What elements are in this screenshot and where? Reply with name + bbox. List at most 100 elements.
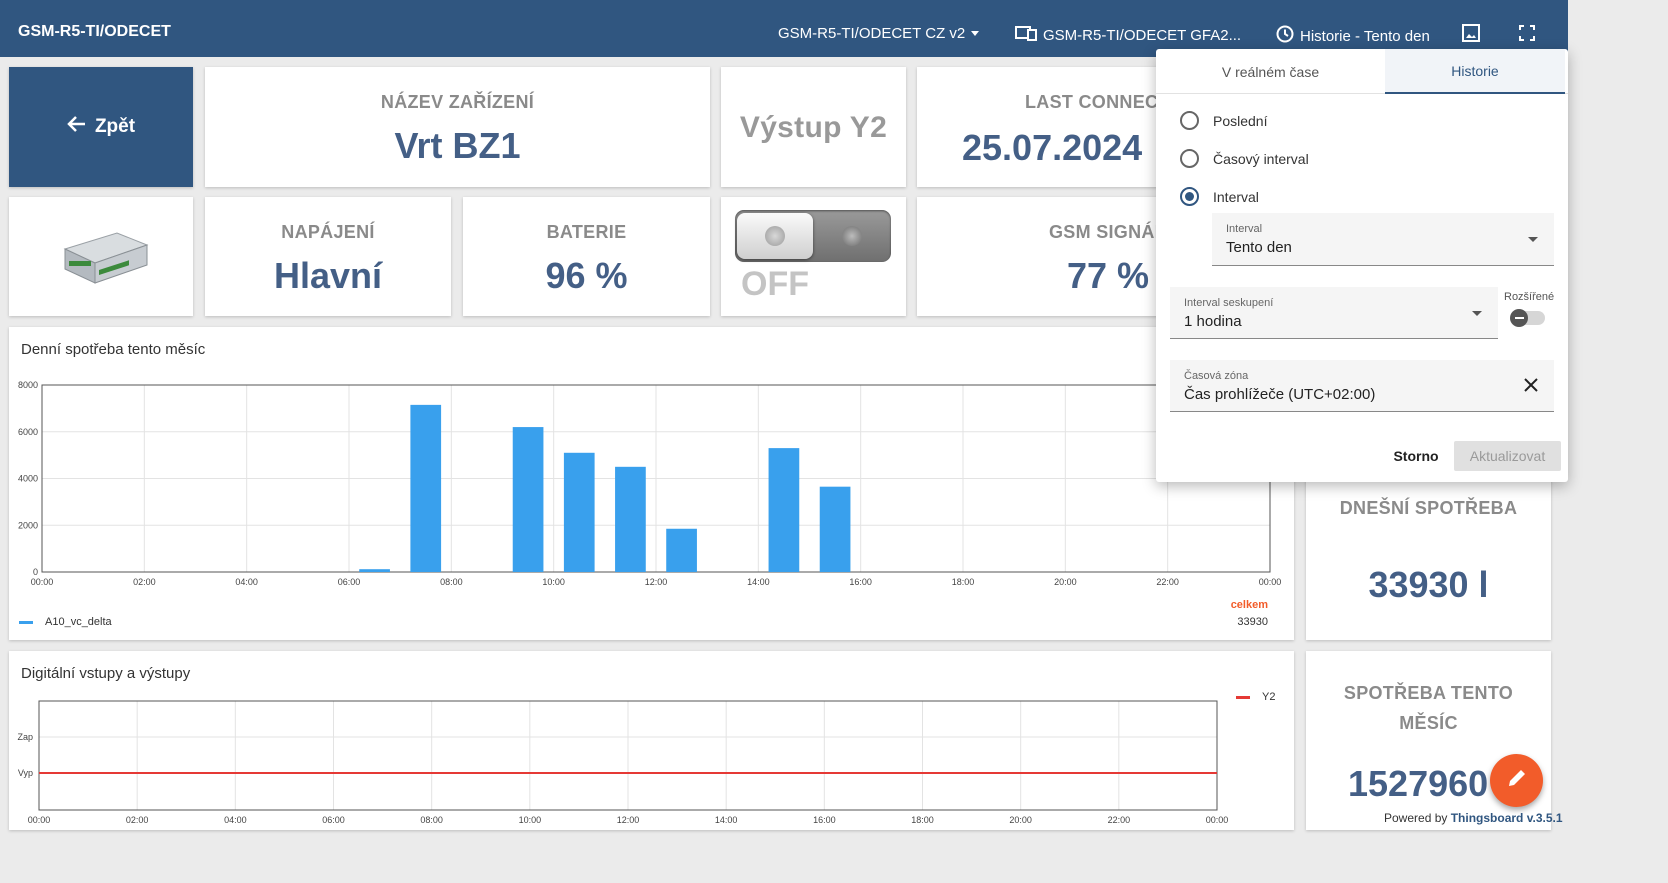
device-select-label: GSM-R5-TI/ODECET GFA2... <box>1043 26 1242 44</box>
arrow-left-icon <box>67 115 87 139</box>
switch-state-label: OFF <box>741 265 809 303</box>
x-tick-label: 06:00 <box>338 577 361 587</box>
off-indicator-icon <box>842 226 862 246</box>
cancel-button[interactable]: Storno <box>1386 441 1446 471</box>
battery-card: BATERIE 96 % <box>463 197 710 316</box>
x-tick-label: 18:00 <box>952 577 975 587</box>
legend-total-value: 33930 <box>1237 616 1268 628</box>
bar <box>563 452 595 572</box>
grouping-interval-select[interactable]: Interval seskupení 1 hodina <box>1170 287 1498 339</box>
x-tick-label: 12:00 <box>645 577 668 587</box>
chart2-legend-item[interactable]: Y2 <box>1236 691 1275 703</box>
device-image-card <box>9 197 193 316</box>
x-tick-label: 00:00 <box>1206 815 1229 825</box>
tab-realtime[interactable]: V reálném čase <box>1156 49 1385 94</box>
legend-swatch-icon <box>1236 695 1250 699</box>
device-name-value: Vrt BZ1 <box>394 125 521 166</box>
month-consumption-label-2: MĚSÍC <box>1399 713 1458 733</box>
gsm-signal-card: GSM SIGNÁL 77 % <box>917 197 1167 316</box>
image-export-icon[interactable] <box>1460 22 1482 44</box>
edit-button[interactable] <box>1490 754 1543 807</box>
bar <box>359 569 390 572</box>
back-button-label: Zpět <box>94 116 136 137</box>
timewindow-popup: V reálném čase Historie Poslední Časový … <box>1156 49 1568 482</box>
y-tick-label: 8000 <box>18 380 38 390</box>
bar <box>512 427 544 572</box>
output-card: Výstup Y2 <box>721 67 906 187</box>
legend-total-label: celkem <box>1230 599 1268 611</box>
x-tick-label: 12:00 <box>617 815 640 825</box>
chevron-down-icon <box>971 31 980 36</box>
fullscreen-icon[interactable] <box>1516 22 1538 44</box>
daily-consumption-chart: 00:00 02:00 04:00 06:00 08:00 10:00 12:00 14:00… <box>18 380 1282 587</box>
thingsboard-link[interactable]: Thingsboard v.3.5.1 <box>1451 811 1563 825</box>
bar <box>666 528 697 572</box>
chart1-legend-item[interactable]: A10_vc_delta <box>19 616 112 628</box>
grouping-interval-label: Interval seskupení <box>1184 297 1274 309</box>
tab-history[interactable]: Historie <box>1385 49 1565 94</box>
back-button[interactable]: Zpět <box>9 67 193 187</box>
radio-button-icon[interactable] <box>1180 111 1199 130</box>
digital-io-panel: Digitální vstupy a výstupy 00:00 02:00 04:… <box>9 651 1294 830</box>
timezone-select[interactable]: Časová zóna Čas prohlížeče (UTC+02:00) <box>1170 360 1554 412</box>
radio-interval-label: Interval <box>1213 188 1259 205</box>
device-image <box>63 232 149 284</box>
radio-interval[interactable]: Interval <box>1180 187 1259 206</box>
gsm-signal-value: 77 % <box>1067 255 1150 296</box>
radio-range-label: Časový interval <box>1213 150 1309 167</box>
y-tick-label: 6000 <box>18 427 38 437</box>
digital-io-chart: 00:00 02:00 04:00 06:00 08:00 10:00 12:00 14:00… <box>17 700 1229 825</box>
knob-dot-icon <box>765 226 785 246</box>
radio-time-range[interactable]: Časový interval <box>1180 149 1309 168</box>
interval-select-value: Tento den <box>1226 239 1292 256</box>
y-tick-label: Vyp <box>18 768 33 778</box>
x-tick-label: 14:00 <box>715 815 738 825</box>
interval-select[interactable]: Interval Tento den <box>1212 213 1554 266</box>
advanced-label: Rozšířené <box>1504 291 1555 303</box>
history-button[interactable]: Historie - Tento den <box>1276 25 1430 47</box>
battery-value: 96 % <box>545 255 628 296</box>
x-tick-label: 10:00 <box>542 577 565 587</box>
legend-swatch-icon <box>19 620 33 624</box>
advanced-toggle[interactable] <box>1510 309 1545 327</box>
x-tick-label: 22:00 <box>1156 577 1179 587</box>
x-tick-label: 16:00 <box>849 577 872 587</box>
devices-icon <box>1015 25 1037 45</box>
power-card: NAPÁJENÍ Hlavní <box>205 197 451 316</box>
month-consumption-label-1: SPOTŘEBA TENTO <box>1343 683 1514 703</box>
interval-select-label: Interval <box>1226 223 1263 235</box>
x-tick-label: 00:00 <box>1259 577 1282 587</box>
x-tick-label: 06:00 <box>322 815 345 825</box>
today-consumption-value: 33930 l <box>1368 564 1489 605</box>
x-tick-label: 18:00 <box>911 815 934 825</box>
x-tick-label: 00:00 <box>28 815 51 825</box>
bar <box>410 404 442 572</box>
x-tick-label: 20:00 <box>1009 815 1032 825</box>
dashboard-select[interactable]: GSM-R5-TI/ODECET CZ v2 <box>778 25 980 42</box>
device-select[interactable]: GSM-R5-TI/ODECET GFA2... <box>1015 25 1241 45</box>
radio-last[interactable]: Poslední <box>1180 111 1267 130</box>
device-name-card: NÁZEV ZAŘÍZENÍ Vrt BZ1 <box>205 67 710 187</box>
update-button[interactable]: Aktualizovat <box>1454 441 1561 471</box>
output-toggle-switch[interactable] <box>735 210 891 262</box>
bar <box>768 448 800 572</box>
clock-icon <box>1276 25 1294 47</box>
timezone-value: Čas prohlížeče (UTC+02:00) <box>1184 386 1376 403</box>
timezone-label: Časová zóna <box>1184 370 1249 382</box>
radio-button-icon[interactable] <box>1180 149 1199 168</box>
device-name-label: NÁZEV ZAŘÍZENÍ <box>380 92 535 112</box>
power-label: NAPÁJENÍ <box>281 222 375 242</box>
x-tick-label: 14:00 <box>747 577 770 587</box>
last-connect-card: LAST CONNECT 25.07.2024 <box>917 67 1169 187</box>
pencil-icon <box>1506 767 1528 794</box>
toggle-knob <box>737 213 813 259</box>
clear-icon[interactable] <box>1524 378 1538 397</box>
bar <box>615 466 646 572</box>
output-switch-card: OFF <box>721 197 906 316</box>
radio-button-checked-icon[interactable] <box>1180 187 1199 206</box>
x-tick-label: 10:00 <box>519 815 542 825</box>
legend-series-name: A10_vc_delta <box>45 616 112 628</box>
history-button-label: Historie - Tento den <box>1300 27 1430 45</box>
daily-consumption-panel: Denní spotřeba tento měsíc 00:00 02:00 04:… <box>9 327 1294 640</box>
power-value: Hlavní <box>273 255 383 296</box>
